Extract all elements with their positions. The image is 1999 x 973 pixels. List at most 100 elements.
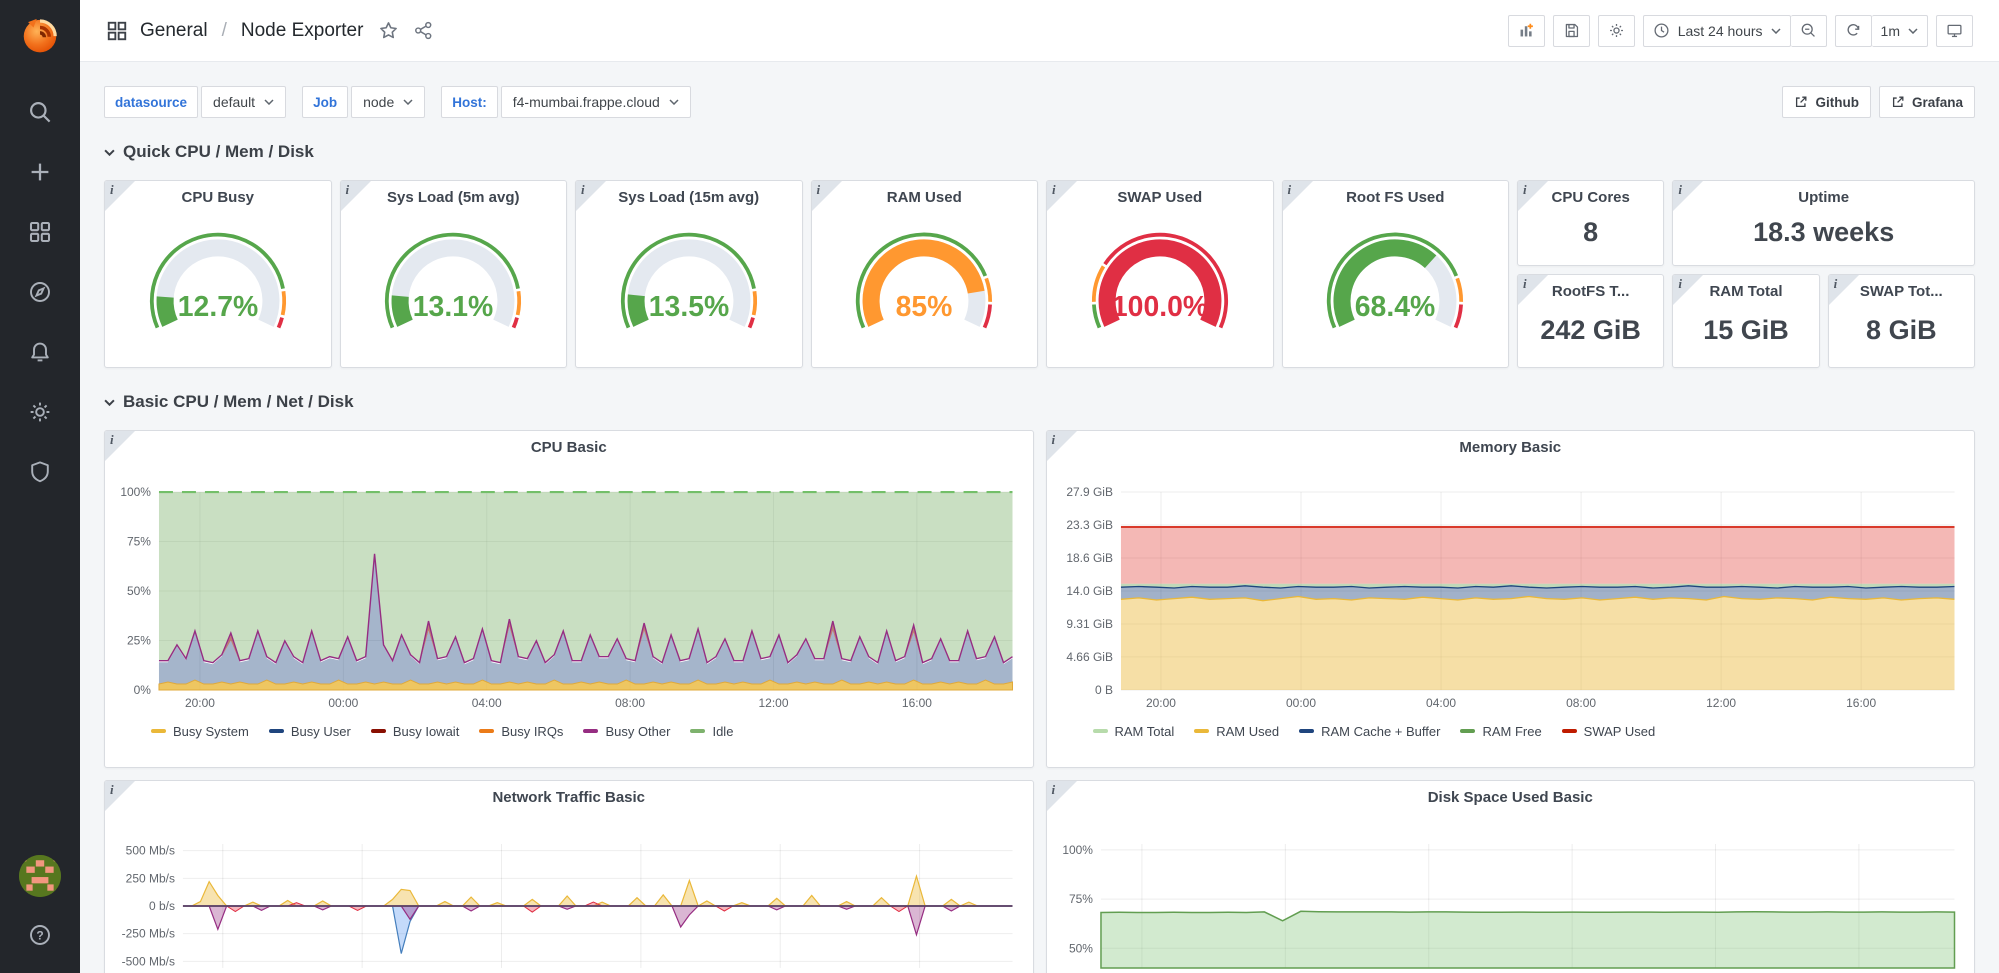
refresh-interval-picker[interactable]: 1m [1872,15,1928,47]
svg-text:14.0 GiB: 14.0 GiB [1066,584,1113,598]
kiosk-mode-button[interactable] [1936,15,1973,47]
variable-label: Host: [441,86,498,118]
memory-basic-chart[interactable]: 0 B4.66 GiB9.31 GiB14.0 GiB18.6 GiB23.3 … [1055,458,1967,712]
info-corner-icon[interactable]: i [1673,275,1703,305]
legend-item[interactable]: Busy IRQs [479,724,563,739]
configuration-gear-icon[interactable] [28,400,52,424]
legend-label: RAM Free [1482,724,1541,739]
variables-bar: datasource default Job node Host: f4-mum… [104,86,1975,118]
legend-label: RAM Cache + Buffer [1321,724,1440,739]
legend-item[interactable]: Busy System [151,724,249,739]
svg-text:00:00: 00:00 [1286,696,1316,710]
avatar[interactable] [19,855,61,897]
save-dashboard-button[interactable] [1553,15,1590,47]
panel-title[interactable]: Disk Space Used Basic [1055,781,1967,808]
svg-text:08:00: 08:00 [615,696,645,710]
svg-text:12.7%: 12.7% [178,291,258,323]
svg-text:0%: 0% [134,683,152,697]
svg-text:13.5%: 13.5% [649,291,729,323]
host-dropdown[interactable]: f4-mumbai.frappe.cloud [501,86,691,118]
sidebar-bottom: ? [19,855,61,973]
legend-item[interactable]: Busy Other [583,724,670,739]
charts-row-1: i CPU Basic 0%25%50%75%100%20:0000:0004:… [104,430,1975,768]
help-icon[interactable]: ? [28,923,52,947]
svg-text:12:00: 12:00 [759,696,789,710]
alerting-bell-icon[interactable] [28,340,52,364]
row-basic-cpu-mem-net-disk[interactable]: Basic CPU / Mem / Net / Disk [104,386,1975,418]
info-corner-icon[interactable]: i [341,181,371,211]
legend-item[interactable]: RAM Cache + Buffer [1299,724,1440,739]
apps-icon [106,20,128,42]
star-icon[interactable] [379,21,398,40]
legend-item[interactable]: Idle [690,724,733,739]
info-corner-icon[interactable]: i [1047,181,1077,211]
panel-title[interactable]: Root FS Used [1283,181,1509,208]
zoom-out-time-button[interactable] [1791,15,1827,47]
info-corner-icon[interactable]: i [1518,275,1548,305]
panel-title[interactable]: SWAP Used [1047,181,1273,208]
gauge: 68.4% [1291,210,1499,352]
panel-title[interactable]: RAM Used [812,181,1038,208]
time-range-picker[interactable]: Last 24 hours [1643,15,1791,47]
info-corner-icon[interactable]: i [1283,181,1313,211]
search-icon[interactable] [28,100,52,124]
info-corner-icon[interactable]: i [1829,275,1859,305]
svg-text:100.0%: 100.0% [1112,291,1208,323]
disk-space-chart[interactable]: 50%75%100% [1055,808,1967,973]
github-link-button[interactable]: Github [1782,86,1871,118]
legend-item[interactable]: RAM Used [1194,724,1279,739]
legend-label: Busy Iowait [393,724,459,739]
legend-label: RAM Total [1115,724,1175,739]
grafana-logo[interactable] [14,8,66,60]
legend-label: Busy Other [605,724,670,739]
network-traffic-chart[interactable]: 500 Mb/s250 Mb/s0 b/s-250 Mb/s-500 Mb/s [113,808,1025,973]
info-corner-icon[interactable]: i [105,431,135,461]
legend-item[interactable]: RAM Free [1460,724,1541,739]
refresh-group: 1m [1835,15,1928,47]
svg-text:0 B: 0 B [1094,683,1112,697]
panel-title[interactable]: Network Traffic Basic [113,781,1025,808]
panel-ram-total: i RAM Total 15 GiB [1672,274,1819,368]
breadcrumb-title[interactable]: Node Exporter [241,20,364,42]
gauge: 12.7% [114,210,322,352]
legend-item[interactable]: Busy Iowait [371,724,459,739]
job-dropdown[interactable]: node [351,86,425,118]
svg-text:18.6 GiB: 18.6 GiB [1066,551,1113,565]
info-corner-icon[interactable]: i [1047,781,1077,811]
info-corner-icon[interactable]: i [105,181,135,211]
info-corner-icon[interactable]: i [105,781,135,811]
info-corner-icon[interactable]: i [1518,181,1548,211]
plus-icon[interactable] [28,160,52,184]
dashboards-apps-icon[interactable] [28,220,52,244]
panel-title[interactable]: Memory Basic [1055,431,1967,458]
grafana-link-button[interactable]: Grafana [1879,86,1975,118]
legend-label: Busy System [173,724,249,739]
info-corner-icon[interactable]: i [1047,431,1077,461]
cpu-basic-chart[interactable]: 0%25%50%75%100%20:0000:0004:0008:0012:00… [113,458,1025,712]
time-range-label: Last 24 hours [1678,23,1763,39]
panel-title[interactable]: Sys Load (5m avg) [341,181,567,208]
legend-item[interactable]: Busy User [269,724,351,739]
row-quick-cpu-mem-disk[interactable]: Quick CPU / Mem / Disk [104,136,1975,168]
panel-title[interactable]: CPU Basic [113,431,1025,458]
refresh-button[interactable] [1835,15,1872,47]
variable-label: Job [302,86,348,118]
legend-item[interactable]: RAM Total [1093,724,1175,739]
info-corner-icon[interactable]: i [576,181,606,211]
panel-title[interactable]: Uptime [1673,181,1974,208]
info-corner-icon[interactable]: i [1673,181,1703,211]
datasource-dropdown[interactable]: default [201,86,286,118]
admin-shield-icon[interactable] [28,460,52,484]
breadcrumb-separator: / [222,20,227,42]
panel-title[interactable]: Sys Load (15m avg) [576,181,802,208]
legend-item[interactable]: SWAP Used [1562,724,1656,739]
dashboard-settings-button[interactable] [1598,15,1635,47]
explore-compass-icon[interactable] [28,280,52,304]
share-icon[interactable] [414,21,433,40]
panel-title[interactable]: CPU Busy [105,181,331,208]
svg-text:23.3 GiB: 23.3 GiB [1066,518,1113,532]
breadcrumb-section[interactable]: General [140,20,208,42]
legend-swatch-icon [690,729,705,733]
add-panel-button[interactable] [1508,15,1545,47]
info-corner-icon[interactable]: i [812,181,842,211]
